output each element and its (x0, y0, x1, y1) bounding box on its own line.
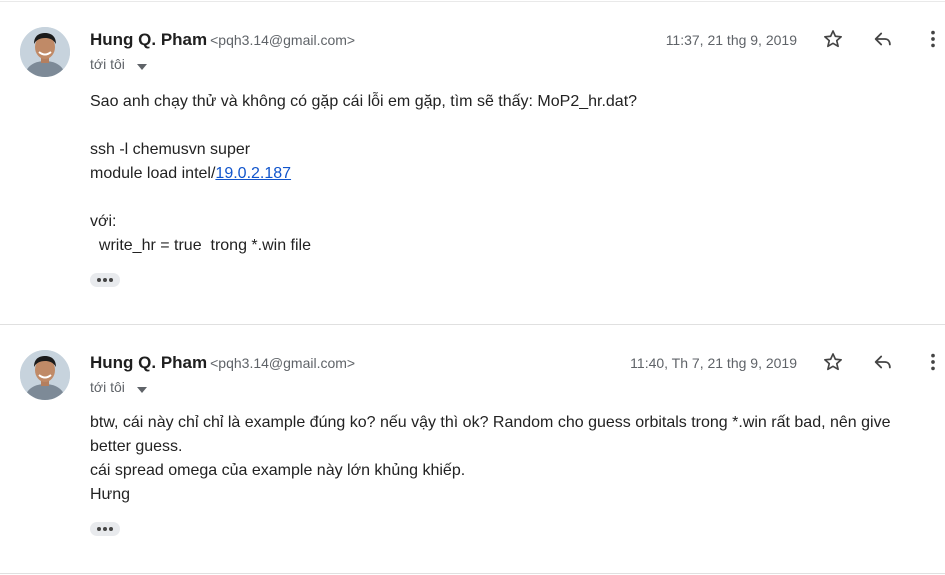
sender-name[interactable]: Hung Q. Pham <pqh3.14@gmail.com> (90, 353, 355, 373)
caret-down-icon (136, 380, 147, 396)
reply-button[interactable] (869, 348, 897, 376)
sender-avatar[interactable] (20, 27, 70, 77)
show-trimmed-content-button[interactable] (90, 522, 120, 536)
body-line: với: (90, 213, 117, 230)
recipient-label: tới tôi (90, 56, 125, 72)
timestamp: 11:37, 21 thg 9, 2019 (665, 32, 797, 48)
body-line: cái spread omega của example này lớn khủ… (90, 462, 466, 479)
sender-email: <pqh3.14@gmail.com> (210, 355, 356, 371)
more-vert-icon (931, 30, 935, 48)
body-blank-line (90, 186, 930, 210)
sender-email: <pqh3.14@gmail.com> (210, 32, 356, 48)
recipient-details[interactable]: tới tôi (90, 379, 147, 396)
ellipsis-dot (103, 527, 107, 531)
body-text-fragment: module load intel/ (90, 165, 216, 182)
reply-icon (874, 32, 891, 46)
message-body: Sao anh chạy thử và không có gặp cái lỗi… (90, 90, 930, 258)
sender-avatar[interactable] (20, 350, 70, 400)
body-line: module load intel/19.0.2.187 (90, 162, 930, 186)
version-link[interactable]: 19.0.2.187 (215, 165, 291, 182)
show-trimmed-content-button[interactable] (90, 273, 120, 287)
email-message-1: Hung Q. Pham <pqh3.14@gmail.com> 11:37, 2… (0, 0, 945, 324)
body-line: ssh -l chemusvn super (90, 141, 251, 158)
email-message-2: Hung Q. Pham <pqh3.14@gmail.com> 11:40, T… (0, 325, 945, 573)
sender-name[interactable]: Hung Q. Pham <pqh3.14@gmail.com> (90, 30, 355, 50)
body-line: Hưng (90, 486, 131, 503)
message-body: btw, cái này chỉ chỉ là example đúng ko?… (90, 411, 920, 507)
star-icon (824, 30, 842, 48)
star-button[interactable] (819, 25, 847, 53)
more-options-button[interactable] (919, 25, 945, 53)
body-line: write_hr = true trong *.win file (90, 237, 311, 254)
message-divider (0, 573, 945, 574)
more-options-button[interactable] (919, 348, 945, 376)
recipient-details[interactable]: tới tôi (90, 56, 147, 73)
sender-name-text: Hung Q. Pham (90, 30, 208, 49)
recipient-label: tới tôi (90, 379, 125, 395)
star-icon (824, 353, 842, 371)
avatar-photo (20, 350, 70, 400)
body-line: btw, cái này chỉ chỉ là example đúng ko?… (90, 414, 891, 455)
ellipsis-dot (103, 278, 107, 282)
caret-down-icon (136, 57, 147, 73)
more-vert-icon (931, 353, 935, 371)
sender-name-text: Hung Q. Pham (90, 353, 208, 372)
ellipsis-dot (96, 278, 101, 282)
star-button[interactable] (819, 348, 847, 376)
reply-button[interactable] (869, 25, 897, 53)
timestamp: 11:40, Th 7, 21 thg 9, 2019 (630, 355, 797, 371)
avatar-photo (20, 27, 70, 77)
ellipsis-dot (109, 527, 114, 531)
ellipsis-dot (96, 527, 101, 531)
body-blank-line (90, 114, 930, 138)
ellipsis-dot (109, 278, 114, 282)
body-line: Sao anh chạy thử và không có gặp cái lỗi… (90, 93, 638, 110)
reply-icon (874, 355, 891, 369)
